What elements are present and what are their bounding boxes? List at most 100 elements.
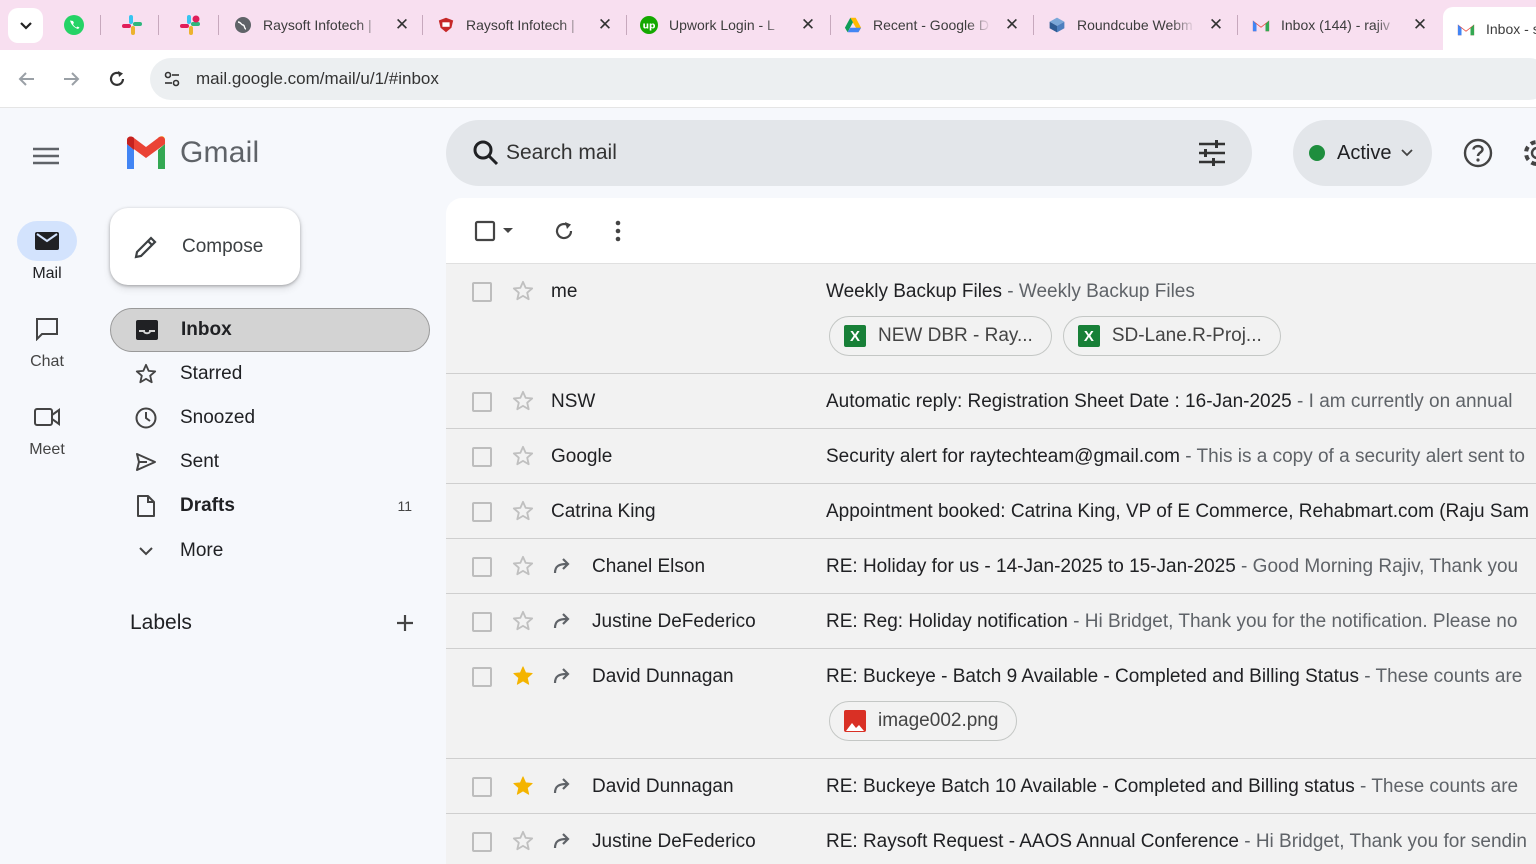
raysoft-icon [438, 17, 454, 33]
email-preview: Automatic reply: Registration Sheet Date… [826, 391, 1536, 413]
star-outline-icon[interactable] [512, 610, 534, 632]
image-file-icon [844, 710, 866, 732]
row-checkbox[interactable] [472, 447, 492, 467]
close-tab-icon[interactable]: ✕ [1206, 15, 1226, 35]
row-checkbox[interactable] [472, 557, 492, 577]
gmail-logo-icon [127, 136, 165, 169]
status-selector[interactable]: Active [1293, 120, 1432, 186]
folder-more[interactable]: More [110, 529, 430, 573]
search-bar[interactable] [446, 120, 1252, 186]
folder-inbox[interactable]: Inbox [110, 308, 430, 352]
email-sender: David Dunnagan [592, 776, 734, 797]
back-button[interactable] [10, 62, 44, 96]
folder-snoozed[interactable]: Snoozed [110, 396, 430, 440]
address-bar[interactable]: mail.google.com/mail/u/1/#inbox [150, 58, 1536, 100]
row-checkbox[interactable] [472, 612, 492, 632]
browser-tab-6-active[interactable]: Inbox - s [1443, 7, 1536, 50]
email-row[interactable]: Catrina King Appointment booked: Catrina … [446, 484, 1536, 539]
rail-meet[interactable]: Meet [0, 397, 94, 459]
pencil-icon [134, 235, 157, 258]
rail-chat-label: Chat [30, 353, 64, 370]
more-options-button[interactable] [606, 215, 630, 247]
star-outline-icon[interactable] [512, 830, 534, 852]
row-checkbox[interactable] [472, 667, 492, 687]
close-tab-icon[interactable]: ✕ [798, 15, 818, 35]
email-snippet: - Hi Bridget, Thank you for the notifica… [1067, 611, 1518, 632]
email-preview: Weekly Backup Files - Weekly Backup File… [826, 281, 1536, 303]
reload-button[interactable] [100, 62, 134, 96]
search-options-icon[interactable] [1196, 137, 1228, 169]
folder-drafts[interactable]: Drafts 11 [110, 484, 430, 528]
draft-file-icon [137, 495, 155, 517]
refresh-button[interactable] [550, 215, 578, 247]
tab-search-button[interactable] [8, 8, 43, 43]
email-preview: RE: Raysoft Request - AAOS Annual Confer… [826, 831, 1536, 853]
help-icon [1463, 138, 1493, 168]
email-row[interactable]: me Weekly Backup Files - Weekly Backup Fi… [446, 264, 1536, 374]
select-all-dropdown[interactable] [470, 215, 518, 247]
email-row[interactable]: David Dunnagan RE: Buckeye Batch 10 Avail… [446, 759, 1536, 814]
compose-button[interactable]: Compose [110, 208, 300, 285]
search-icon[interactable] [446, 120, 506, 186]
close-tab-icon[interactable]: ✕ [1410, 15, 1430, 35]
create-label-button[interactable] [392, 610, 418, 636]
search-input[interactable] [506, 141, 1166, 165]
browser-tab-0[interactable]: Raysoft Infotech | ✕ [220, 7, 422, 43]
folder-starred[interactable]: Starred [110, 352, 430, 396]
attachment-name: image002.png [878, 710, 999, 731]
plus-icon [397, 615, 413, 631]
help-button[interactable] [1459, 134, 1497, 172]
star-filled-icon[interactable] [512, 775, 534, 797]
row-checkbox[interactable] [472, 392, 492, 412]
main-menu-button[interactable] [26, 136, 66, 176]
tab-title: Upwork Login - L [669, 17, 775, 33]
pinned-tab-slack-2[interactable] [176, 11, 204, 39]
email-preview: Security alert for raytechteam@gmail.com… [826, 446, 1536, 468]
browser-tab-strip: Raysoft Infotech | ✕ Raysoft Infotech | … [0, 0, 1536, 50]
close-tab-icon[interactable]: ✕ [595, 15, 615, 35]
gmail-logo[interactable]: Gmail [124, 136, 259, 170]
site-info-icon[interactable] [150, 58, 194, 100]
folder-sent[interactable]: Sent [110, 440, 430, 484]
browser-tab-4[interactable]: Roundcube Webm ✕ [1034, 7, 1236, 43]
attachment-chip[interactable]: X SD-Lane.R-Proj... [1062, 316, 1281, 356]
star-outline-icon[interactable] [512, 445, 534, 467]
star-filled-icon[interactable] [512, 665, 534, 687]
pinned-tab-slack-1[interactable] [118, 11, 146, 39]
pinned-tab-whatsapp[interactable] [60, 11, 88, 39]
email-preview: RE: Reg: Holiday notification - Hi Bridg… [826, 611, 1536, 633]
email-snippet: - These counts are [1359, 666, 1523, 687]
row-checkbox[interactable] [472, 832, 492, 852]
close-tab-icon[interactable]: ✕ [1002, 15, 1022, 35]
row-checkbox[interactable] [472, 502, 492, 522]
browser-tab-5[interactable]: Inbox (144) - rajiv ✕ [1238, 7, 1440, 43]
star-outline-icon[interactable] [512, 390, 534, 412]
settings-button[interactable] [1518, 134, 1536, 172]
star-outline-icon[interactable] [512, 280, 534, 302]
browser-tab-2[interactable]: up Upwork Login - L ✕ [626, 7, 828, 43]
rail-mail[interactable]: Mail [0, 221, 94, 283]
forward-button[interactable] [54, 62, 88, 96]
folder-label: Drafts [180, 495, 235, 516]
forwarded-icon [552, 830, 576, 852]
row-checkbox[interactable] [472, 777, 492, 797]
rail-chat[interactable]: Chat [0, 309, 94, 371]
star-outline-icon[interactable] [512, 555, 534, 577]
email-row[interactable]: David Dunnagan RE: Buckeye - Batch 9 Avai… [446, 649, 1536, 759]
gear-icon [1524, 140, 1536, 166]
browser-tab-3[interactable]: Recent - Google D ✕ [830, 7, 1032, 43]
browser-tab-1[interactable]: Raysoft Infotech | ✕ [423, 7, 625, 43]
email-row[interactable]: Chanel Elson RE: Holiday for us - 14-Jan-… [446, 539, 1536, 594]
email-row[interactable]: Justine DeFederico RE: Raysoft Request - … [446, 814, 1536, 864]
attachment-chip[interactable]: image002.png [829, 701, 1018, 741]
browser-toolbar: mail.google.com/mail/u/1/#inbox [0, 50, 1536, 108]
email-row[interactable]: Google Security alert for raytechteam@gma… [446, 429, 1536, 484]
star-outline-icon[interactable] [512, 500, 534, 522]
close-tab-icon[interactable]: ✕ [392, 15, 412, 35]
attachment-chip[interactable]: X NEW DBR - Ray... [829, 316, 1052, 356]
folder-label: Sent [180, 451, 220, 472]
row-checkbox[interactable] [472, 282, 492, 302]
email-row[interactable]: Justine DeFederico RE: Reg: Holiday notif… [446, 594, 1536, 649]
video-camera-icon [34, 408, 60, 426]
email-row[interactable]: NSW Automatic reply: Registration Sheet D… [446, 374, 1536, 429]
